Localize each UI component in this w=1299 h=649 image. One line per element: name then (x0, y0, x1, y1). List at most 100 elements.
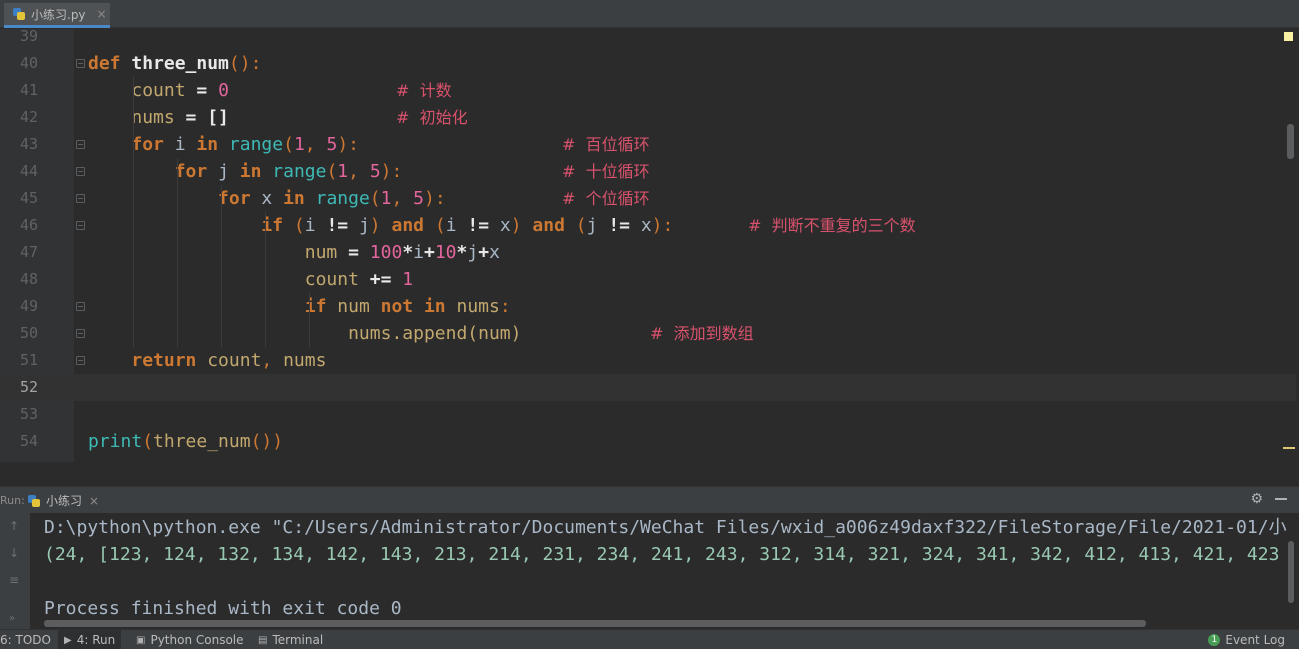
run-panel-header: Run: 小练习 × ⚙ (0, 486, 1299, 513)
code-token: , (348, 161, 370, 182)
terminal-icon: ▤ (258, 634, 268, 646)
arrow-down-icon[interactable]: ↓ (9, 546, 19, 560)
code-comment: # 个位循环 (562, 189, 650, 208)
code-line[interactable]: 53 (0, 401, 1296, 428)
soft-wrap-icon[interactable]: ≡ (9, 573, 19, 587)
code-line[interactable]: 41 count = 0 # 计数 (0, 77, 1296, 104)
code-token: 5 (413, 188, 425, 209)
code-token: range (228, 134, 284, 155)
code-token: in (196, 134, 229, 155)
close-icon[interactable]: × (97, 7, 107, 21)
line-number: 40 (19, 54, 38, 72)
indent-guide (133, 77, 134, 347)
code-token: i (413, 242, 424, 263)
editor-tab-xiaolianxi[interactable]: 小练习.py × (4, 3, 110, 28)
code-line[interactable]: 43 for i in range(1, 5): # 百位循环 (0, 131, 1296, 158)
editor-tab-label: 小练习.py (31, 7, 86, 22)
code-token: != (608, 215, 641, 236)
expand-icon[interactable]: » (9, 613, 15, 624)
code-text: count += 1 (88, 266, 413, 293)
line-number: 48 (19, 270, 38, 288)
code-token: 5 (369, 161, 381, 182)
fold-marker-icon[interactable] (76, 329, 85, 338)
code-token: range (315, 188, 370, 209)
code-token: not in (380, 296, 457, 317)
code-token: ( (434, 215, 446, 236)
code-line[interactable]: 47 num = 100*i+10*j+x (0, 239, 1296, 266)
code-token: and (532, 215, 576, 236)
event-log-tool-button[interactable]: 1 Event Log (1208, 633, 1285, 647)
code-token: num (304, 242, 349, 263)
minimize-icon[interactable] (1275, 498, 1287, 500)
code-token: , (391, 188, 414, 209)
code-text: for x in range(1, 5): (88, 185, 446, 212)
inspection-status-icon[interactable] (1284, 32, 1293, 41)
code-token: print (88, 431, 143, 452)
python-console-tool-button[interactable]: ▣ Python Console (136, 633, 244, 647)
code-line[interactable]: 40 def three_num(): (0, 50, 1296, 77)
code-line[interactable]: 46 if (i != j) and (i != x) and (j != x)… (0, 212, 1296, 239)
code-token: i (445, 215, 468, 236)
fold-marker-icon[interactable] (76, 194, 85, 203)
code-line[interactable]: 50 nums.append(num) # 添加到数组 (0, 320, 1296, 347)
code-token: 0 (218, 80, 229, 101)
run-tab-label: 小练习 (46, 494, 83, 508)
code-token: three_num (153, 431, 251, 452)
fold-marker-icon[interactable] (76, 59, 85, 68)
todo-label: 6: TODO (0, 633, 51, 647)
code-token: i (174, 134, 197, 155)
code-token: * (402, 242, 414, 263)
fold-marker-icon[interactable] (76, 167, 85, 176)
line-number: 42 (19, 108, 38, 126)
run-tab-xiaolianxi[interactable]: 小练习 × (21, 487, 105, 514)
code-line[interactable]: 44 for j in range(1, 5): # 十位循环 (0, 158, 1296, 185)
gear-icon[interactable]: ⚙ (1250, 491, 1263, 507)
arrow-up-icon[interactable]: ↑ (9, 519, 19, 533)
code-token: 1 (293, 134, 305, 155)
code-token: return (131, 350, 208, 371)
code-token: for (174, 161, 219, 182)
line-number: 43 (19, 135, 38, 153)
code-line[interactable]: 42 nums = [] # 初始化 (0, 104, 1296, 131)
console-horizontal-scrollbar[interactable] (44, 620, 1146, 627)
code-line[interactable]: 49 if num not in nums: (0, 293, 1296, 320)
console-vertical-scrollbar[interactable] (1288, 541, 1294, 603)
code-line[interactable]: 45 for x in range(1, 5): # 个位循环 (0, 185, 1296, 212)
indent-guide (177, 158, 178, 347)
code-token: = (348, 242, 370, 263)
code-text: return count, nums (88, 347, 326, 374)
close-icon[interactable]: × (89, 494, 99, 508)
code-line[interactable]: 48 count += 1 (0, 266, 1296, 293)
code-token: nums (283, 350, 327, 371)
line-number: 54 (19, 432, 38, 450)
todo-tool-button[interactable]: 6: TODO (0, 633, 51, 647)
code-line[interactable]: 52 (0, 374, 1296, 401)
fold-marker-icon[interactable] (76, 221, 85, 230)
fold-marker-icon[interactable] (76, 140, 85, 149)
code-token: 1 (380, 188, 392, 209)
code-token: 5 (326, 134, 338, 155)
terminal-tool-button[interactable]: ▤ Terminal (258, 633, 323, 647)
run-label: 4: Run (76, 633, 116, 647)
play-icon: ▶ (64, 634, 72, 646)
run-tool-button[interactable]: ▶ 4: Run (58, 630, 122, 649)
code-token: , (304, 134, 327, 155)
fold-marker-icon[interactable] (76, 302, 85, 311)
warning-marker[interactable] (1283, 447, 1295, 449)
code-line[interactable]: 54 print(three_num()) (0, 428, 1296, 455)
code-token: + (478, 242, 490, 263)
fold-marker-icon[interactable] (76, 356, 85, 365)
event-count-badge: 1 (1208, 634, 1221, 646)
code-editor[interactable]: 39 40 def three_num(): 41 count = 0 # 计数 42 n… (0, 29, 1299, 462)
code-text: print(three_num()) (88, 428, 283, 455)
code-line[interactable]: 51 return count, nums (0, 347, 1296, 374)
python-run-icon (27, 494, 41, 508)
code-text: nums.append(num) (88, 320, 521, 347)
editor-scrollbar[interactable] (1287, 124, 1294, 159)
run-console[interactable]: ↑ ↓ ≡ » D:\python\python.exe "C:/Users/A… (0, 513, 1299, 629)
code-line[interactable]: 39 (0, 29, 1296, 50)
